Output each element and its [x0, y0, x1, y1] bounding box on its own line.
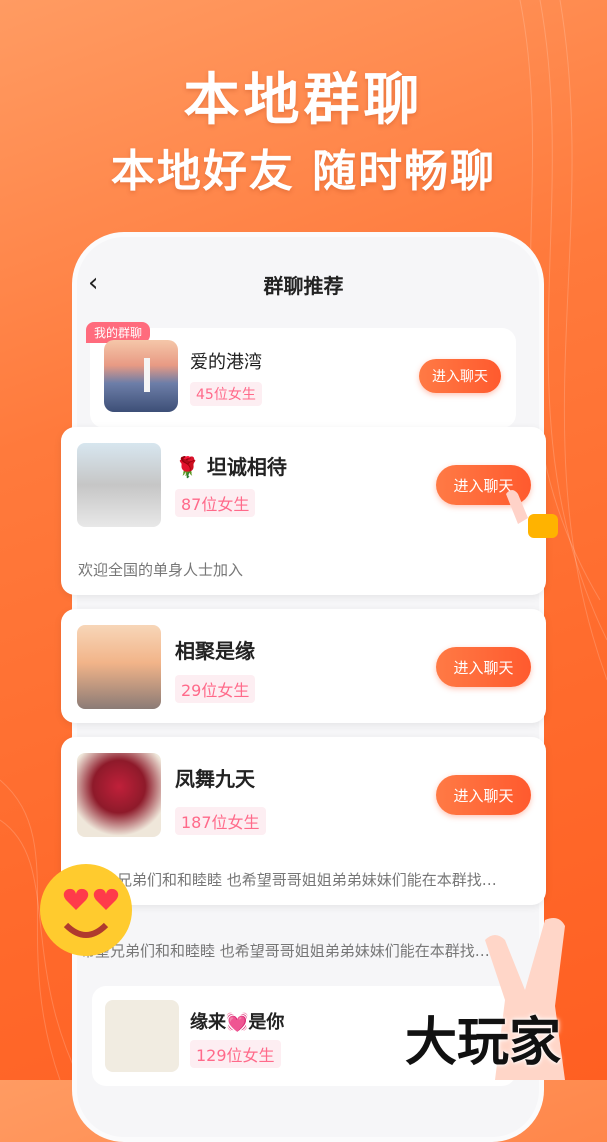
- member-count: 29位女生: [175, 675, 256, 703]
- group-name: 缘来💓是你: [190, 1012, 285, 1033]
- watermark: 大玩家: [405, 1013, 562, 1073]
- join-chat-button[interactable]: 进入聊天: [436, 647, 531, 687]
- heart-eyes-emoji-icon: [40, 864, 132, 956]
- group-name: 爱的港湾: [190, 352, 262, 373]
- group-description: 欢迎全国的单身人士加入: [78, 561, 244, 579]
- group-name: 相聚是缘: [175, 639, 255, 663]
- member-count: 45位女生: [190, 382, 262, 406]
- member-count: 129位女生: [190, 1040, 281, 1068]
- lighthouse-shape: [144, 358, 150, 392]
- member-count: 87位女生: [175, 489, 256, 517]
- join-chat-button[interactable]: 进入聊天: [436, 775, 531, 815]
- group-avatar: [77, 443, 161, 527]
- group-avatar: [105, 1000, 179, 1072]
- subline: 本地好友 随时畅聊: [110, 146, 497, 197]
- group-description: 兄弟们和和睦睦 也希望哥哥姐姐弟弟妹妹们能在本群找…: [117, 871, 497, 889]
- group-avatar: [77, 753, 161, 837]
- group-avatar: [104, 340, 178, 412]
- group-card[interactable]: 相聚是缘 29位女生 进入聊天: [61, 609, 546, 723]
- join-chat-button[interactable]: 进入聊天: [419, 359, 501, 393]
- group-name: 凤舞九天: [175, 767, 255, 791]
- pointing-hand-icon: [506, 490, 558, 538]
- headline: 本地群聊: [183, 68, 424, 133]
- group-card[interactable]: 🌹 坦诚相待 87位女生 进入聊天 欢迎全国的单身人士加入: [61, 427, 546, 595]
- page-title: 群聊推荐: [263, 274, 344, 298]
- group-avatar: [77, 625, 161, 709]
- member-count: 187位女生: [175, 807, 266, 835]
- group-name: 🌹 坦诚相待: [175, 455, 287, 479]
